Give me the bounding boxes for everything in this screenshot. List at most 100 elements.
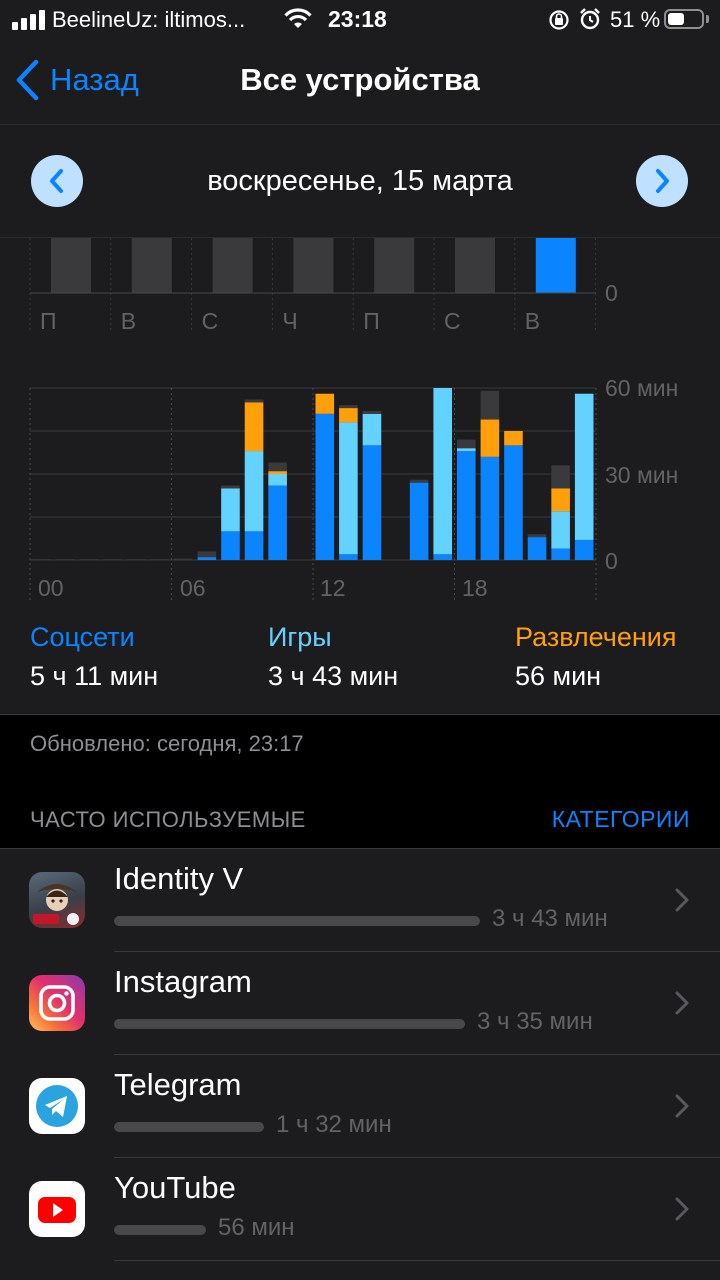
orientation-lock-icon (549, 10, 569, 30)
weekly-bar[interactable] (51, 238, 91, 293)
bar-social-21 (527, 537, 547, 560)
bar-games-23 (574, 393, 594, 540)
bar-entertainment-20 (504, 431, 523, 446)
carrier-name: BeelineUz: iltimos... (52, 7, 246, 32)
bar-social-19 (480, 456, 500, 560)
bar-social-23 (574, 539, 594, 560)
bar-games-17 (433, 388, 452, 555)
wifi-icon (284, 8, 312, 28)
app-row-youtube[interactable]: YouTube 56 мин (0, 1158, 720, 1261)
usage-time: 3 ч 43 мин (492, 905, 608, 932)
date-selector: воскресенье, 15 марта (0, 125, 720, 238)
bar-other-18 (457, 439, 476, 449)
bar-games-13 (339, 422, 358, 555)
weekly-bar[interactable] (293, 238, 334, 293)
bar-entertainment-19 (480, 419, 500, 457)
bar-social-13 (339, 554, 358, 560)
usage-chart-panel: П В С Ч П С В 0 60 мин 30 мин 0 00 06 12 18 Со… (0, 238, 720, 715)
summary-games-label: Игры (268, 622, 332, 652)
next-day-button[interactable] (636, 155, 688, 207)
app-name: Identity V (114, 861, 244, 896)
bar-other-22 (551, 465, 570, 489)
usage-bar (114, 1019, 465, 1029)
instagram-icon (29, 975, 85, 1031)
battery-cap (706, 15, 709, 23)
usage-time: 56 мин (218, 1214, 295, 1241)
weekly-day-label: П (40, 308, 57, 334)
usage-bar (114, 916, 480, 926)
bar-other-8 (221, 485, 240, 489)
bar-other-10 (268, 462, 287, 472)
weekly-bar[interactable] (212, 238, 253, 293)
bar-games-10 (268, 474, 287, 486)
weekly-bar[interactable] (455, 238, 495, 293)
chevron-right-icon (675, 888, 689, 912)
weekly-day-label: П (363, 308, 380, 334)
bar-social-17 (433, 554, 452, 560)
weekly-zero-label: 0 (605, 280, 618, 306)
telegram-icon (29, 1078, 85, 1134)
date-label: воскресенье, 15 марта (207, 165, 513, 197)
weekly-bar[interactable] (374, 238, 415, 293)
usage-bar (114, 1122, 264, 1132)
bar-social-7 (197, 557, 217, 560)
usage-time: 1 ч 32 мин (276, 1111, 392, 1138)
bar-social-8 (221, 531, 240, 560)
summary-social[interactable]: Соцсети 5 ч 11 мин (30, 622, 158, 692)
summary-games-value: 3 ч 43 мин (268, 661, 399, 691)
summary-entertainment-value: 56 мин (515, 661, 602, 691)
x-tick-18: 18 (462, 575, 488, 601)
chevron-right-icon (675, 1094, 689, 1118)
status-bar: BeelineUz: iltimos... 23:18 51 % (0, 0, 720, 40)
app-row-instagram[interactable]: Instagram 3 ч 35 мин (0, 952, 720, 1055)
usage-time: 3 ч 35 мин (477, 1008, 593, 1035)
bar-other-7 (197, 551, 217, 558)
bar-entertainment-13 (339, 408, 358, 423)
x-tick-00: 00 (38, 575, 64, 601)
weekly-bar[interactable] (131, 238, 172, 293)
page-title: Все устройства (240, 62, 480, 97)
weekly-day-label: Ч (282, 308, 297, 334)
bar-games-8 (221, 488, 240, 532)
usage-bar (114, 1225, 206, 1235)
bar-games-9 (244, 451, 264, 532)
weekly-chart: П В С Ч П С В 0 (29, 238, 618, 334)
bar-social-9 (244, 531, 264, 560)
chevron-right-icon (675, 1197, 689, 1221)
bar-other-0 (32, 559, 52, 561)
weekly-day-label: С (202, 308, 219, 334)
bar-social-18 (457, 451, 476, 560)
app-row-identity-v[interactable]: Identity V 3 ч 43 мин (0, 849, 720, 952)
bar-social-16 (409, 482, 429, 560)
updated-label: Обновлено: сегодня, 23:17 (30, 731, 304, 756)
battery-percent: 51 % (610, 7, 661, 32)
summary-entertainment[interactable]: Развлечения 56 мин (515, 622, 677, 692)
battery-icon (664, 9, 704, 29)
bar-games-14 (362, 413, 382, 446)
y-tick-30: 30 мин (605, 462, 678, 488)
x-tick-12: 12 (320, 575, 346, 601)
bar-games-18 (457, 448, 476, 452)
identity-v-icon (29, 872, 85, 928)
bar-other-1 (56, 559, 75, 561)
app-row-telegram[interactable]: Telegram 1 ч 32 мин (0, 1055, 720, 1158)
y-tick-0: 0 (605, 548, 618, 574)
summary-entertainment-label: Развлечения (515, 622, 677, 652)
summary-social-label: Соцсети (30, 622, 135, 652)
bar-other-3 (103, 559, 122, 561)
weekly-bar[interactable] (535, 238, 576, 293)
bar-other-4 (126, 559, 146, 561)
bar-entertainment-12 (315, 393, 335, 414)
bar-social-12 (315, 413, 335, 560)
weekly-day-label: В (525, 308, 540, 334)
bar-other-19 (480, 390, 500, 420)
navigation-bar: Назад Все устройства (0, 40, 720, 125)
chevron-right-icon (656, 169, 669, 193)
cellular-signal-icon (12, 10, 45, 30)
summary-games[interactable]: Игры 3 ч 43 мин (268, 622, 398, 692)
app-name: YouTube (114, 1170, 236, 1205)
app-name: Instagram (114, 964, 252, 999)
categories-link[interactable]: КАТЕГОРИИ (552, 806, 690, 833)
alarm-icon (580, 8, 600, 30)
clock-time: 23:18 (328, 6, 387, 32)
